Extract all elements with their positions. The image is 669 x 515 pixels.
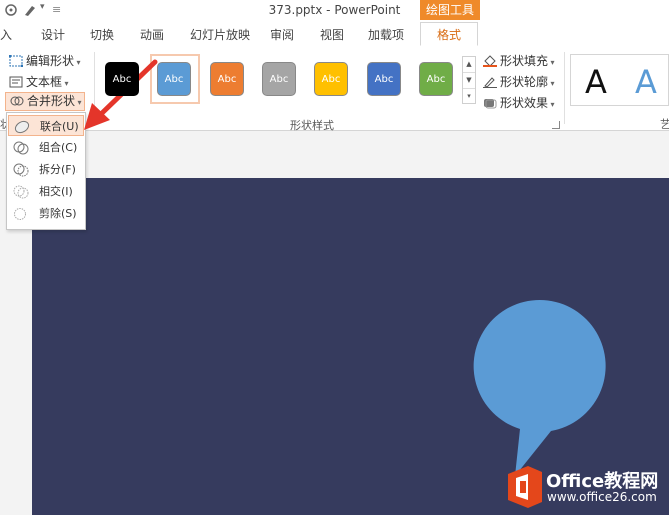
watermark-url: www.office26.com — [547, 490, 657, 504]
shape-style-swatch[interactable]: Abc — [367, 62, 401, 96]
shape-style-swatch[interactable]: Abc — [262, 62, 296, 96]
office-logo-icon — [508, 466, 542, 508]
shape-style-swatch[interactable]: Abc — [210, 62, 244, 96]
shape-style-swatch[interactable]: Abc — [314, 62, 348, 96]
shape-style-swatch[interactable]: Abc — [105, 62, 139, 96]
shape-style-swatch[interactable]: Abc — [419, 62, 453, 96]
shape-style-swatch[interactable]: Abc — [157, 62, 191, 96]
